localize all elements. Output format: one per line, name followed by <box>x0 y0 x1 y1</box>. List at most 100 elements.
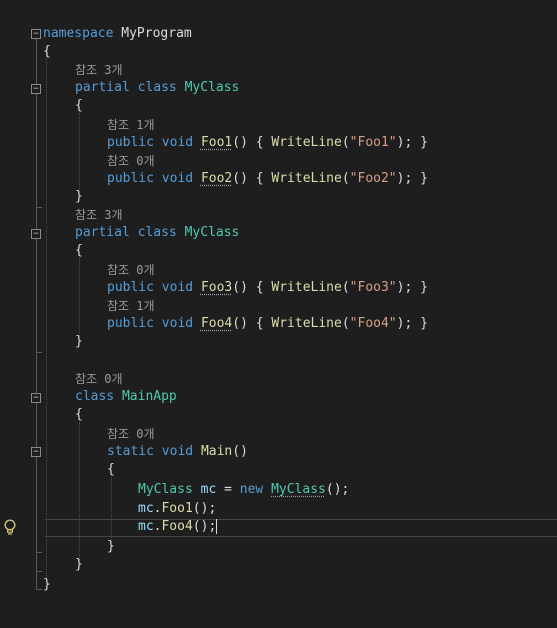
class-name: MainApp <box>121 389 177 404</box>
call-end: (); <box>325 482 350 497</box>
keyword: void <box>161 280 194 295</box>
codelens-references[interactable]: 참조 0개 <box>75 370 123 388</box>
keyword: public <box>107 280 154 295</box>
codelens-line: 참조 1개 <box>0 297 557 315</box>
codelens-references[interactable]: 참조 3개 <box>75 206 123 224</box>
code-line[interactable]: partial class MyClass <box>0 79 557 97</box>
code-line[interactable]: mc.Foo4(); <box>0 518 557 536</box>
codelens-line: 참조 1개 <box>0 116 557 134</box>
brace: { <box>247 316 272 331</box>
string-literal: "Foo2" <box>349 171 397 186</box>
codelens-references[interactable]: 참조 0개 <box>107 425 155 443</box>
code-line[interactable]: public void Foo3() { WriteLine("Foo3"); … <box>0 279 557 297</box>
code-line[interactable]: } <box>0 556 557 574</box>
method-call: WriteLine <box>271 135 342 150</box>
codelens-line: 참조 3개 <box>0 206 557 224</box>
code-line[interactable]: { <box>0 43 557 61</box>
code-line[interactable]: { <box>0 406 557 424</box>
brace: { <box>75 98 83 113</box>
brace: { <box>75 407 83 422</box>
method-name: Foo2 <box>200 171 233 186</box>
codelens-line: 참조 0개 <box>0 152 557 170</box>
method-call: Foo4 <box>161 519 193 534</box>
method-name: Foo3 <box>200 280 233 295</box>
paren: ( <box>341 171 350 186</box>
string-literal: "Foo1" <box>349 135 397 150</box>
code-line[interactable]: public void Foo1() { WriteLine("Foo1"); … <box>0 134 557 152</box>
keyword: partial <box>75 80 130 95</box>
code-line[interactable]: partial class MyClass <box>0 224 557 242</box>
method-call: WriteLine <box>271 280 342 295</box>
brace: { <box>75 243 83 258</box>
variable: mc <box>138 519 154 534</box>
method-name: Foo1 <box>200 135 233 150</box>
code-line[interactable]: MyClass mc = new MyClass(); <box>0 481 557 499</box>
keyword: class <box>75 389 115 404</box>
codelens-references[interactable]: 참조 1개 <box>107 116 155 134</box>
parens: () <box>232 280 248 295</box>
codelens-references[interactable]: 참조 1개 <box>107 297 155 315</box>
keyword: namespace <box>43 26 114 41</box>
keyword: class <box>137 225 177 240</box>
namespace-name: MyProgram <box>121 26 192 41</box>
parens: () <box>232 135 248 150</box>
code-line[interactable]: public void Foo4() { WriteLine("Foo4"); … <box>0 315 557 333</box>
code-line[interactable]: public void Foo2() { WriteLine("Foo2"); … <box>0 170 557 188</box>
code-line[interactable]: mc.Foo1(); <box>0 500 557 518</box>
code-line[interactable]: { <box>0 242 557 260</box>
method-call: WriteLine <box>271 171 342 186</box>
paren: ( <box>341 280 350 295</box>
parens: () <box>232 316 248 331</box>
brace: { <box>247 280 272 295</box>
keyword: void <box>161 316 194 331</box>
variable: mc <box>200 482 217 497</box>
variable: mc <box>138 501 154 516</box>
codelens-references[interactable]: 참조 3개 <box>75 61 123 79</box>
method-name: Foo4 <box>200 316 233 331</box>
parens: () <box>232 171 248 186</box>
outline-end-tick <box>36 352 42 353</box>
method-call: Foo1 <box>161 501 193 516</box>
code-line[interactable]: { <box>0 461 557 479</box>
keyword: void <box>161 171 194 186</box>
brace: } <box>75 189 83 204</box>
text-caret <box>216 519 218 534</box>
class-name: MyClass <box>184 225 240 240</box>
code-line[interactable]: class MainApp <box>0 388 557 406</box>
keyword: new <box>239 482 264 497</box>
code-line[interactable]: { <box>0 97 557 115</box>
brace: ; } <box>404 135 428 150</box>
brace: ; } <box>404 280 428 295</box>
code-line[interactable]: } <box>0 188 557 206</box>
code-line[interactable]: namespace MyProgram <box>0 25 557 43</box>
keyword: public <box>107 135 154 150</box>
brace: { <box>107 462 115 477</box>
keyword: public <box>107 316 154 331</box>
code-editor[interactable]: − − − − − namespace MyProgram { 참조 3개 pa… <box>0 0 557 628</box>
string-literal: "Foo4" <box>349 316 397 331</box>
keyword: static <box>107 444 154 459</box>
keyword: partial <box>75 225 130 240</box>
codelens-references[interactable]: 참조 0개 <box>107 152 155 170</box>
brace: } <box>107 539 115 554</box>
code-line[interactable]: static void Main() <box>0 443 557 461</box>
paren: ( <box>341 135 350 150</box>
brace: ; } <box>404 316 428 331</box>
parens: () <box>192 519 209 534</box>
code-line[interactable]: } <box>0 538 557 556</box>
code-line[interactable]: } <box>0 333 557 351</box>
code-line[interactable]: } <box>0 576 557 594</box>
codelens-references[interactable]: 참조 0개 <box>107 261 155 279</box>
codelens-line: 참조 0개 <box>0 261 557 279</box>
paren: ( <box>341 316 350 331</box>
operator: = <box>216 482 240 497</box>
keyword: void <box>161 444 194 459</box>
keyword: void <box>161 135 194 150</box>
brace: } <box>43 577 51 592</box>
parens: () <box>232 444 248 459</box>
brace: { <box>247 135 272 150</box>
semicolon: ; <box>208 519 217 534</box>
class-name: MyClass <box>138 482 193 497</box>
class-name: MyClass <box>271 482 326 497</box>
class-name: MyClass <box>184 80 240 95</box>
